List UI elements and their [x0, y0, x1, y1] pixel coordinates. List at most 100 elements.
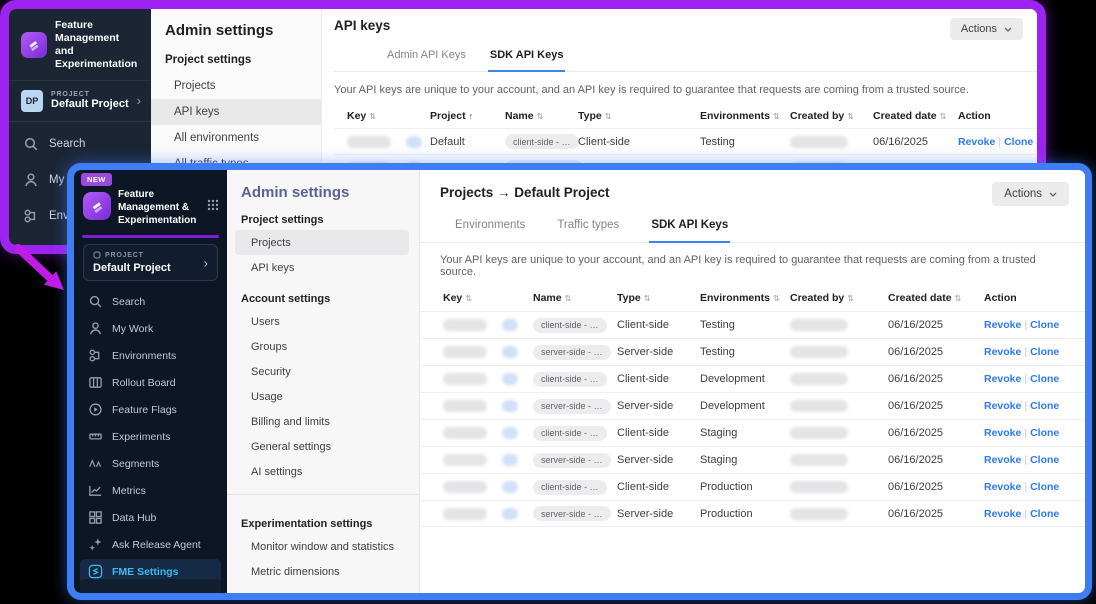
- settings-nav-title: Admin settings: [227, 170, 419, 201]
- brand-divider: [82, 235, 219, 238]
- clone-link[interactable]: Clone: [1030, 481, 1059, 493]
- cell-key-redacted: [347, 135, 430, 147]
- app-title: Feature Management & Experimentation: [118, 188, 196, 227]
- nav-item-general-settings[interactable]: General settings: [227, 434, 409, 459]
- revoke-link[interactable]: Revoke: [984, 346, 1021, 358]
- revoke-link[interactable]: Revoke: [984, 400, 1021, 412]
- sidebar-item-environments[interactable]: Environments: [80, 343, 221, 368]
- cell-name: client-side - …: [533, 480, 617, 495]
- column-header-created-date[interactable]: Created date⇅: [888, 292, 984, 304]
- clone-link[interactable]: Clone: [1030, 427, 1059, 439]
- column-header-key[interactable]: Key⇅: [347, 110, 430, 122]
- feature-flags-icon: [88, 402, 103, 417]
- cell-type: Server-side: [617, 508, 700, 520]
- nav-item-users[interactable]: Users: [227, 309, 409, 334]
- column-header-created-by[interactable]: Created by⇅: [790, 110, 873, 122]
- revoke-link[interactable]: Revoke: [958, 136, 995, 148]
- cell-name: server-side - …: [533, 399, 617, 414]
- tab-environments[interactable]: Environments: [453, 213, 527, 242]
- key-name-badge: client-side - …: [533, 318, 607, 333]
- nav-item-security[interactable]: Security: [227, 359, 409, 384]
- clone-link[interactable]: Clone: [1030, 454, 1059, 466]
- clone-link[interactable]: Clone: [1030, 508, 1059, 520]
- nav-item-api-keys[interactable]: API keys: [151, 99, 321, 125]
- nav-item-metric-dimensions[interactable]: Metric dimensions: [227, 559, 409, 584]
- sidebar-item-feature-flags[interactable]: Feature Flags: [80, 397, 221, 422]
- redacted-key-blob: [347, 136, 391, 148]
- column-header-name[interactable]: Name⇅: [533, 292, 617, 304]
- app-logo: Feature Management and Experimentation: [9, 9, 151, 80]
- tab-sdk-api-keys[interactable]: SDK API Keys: [649, 213, 730, 243]
- tab-bar: Environments Traffic types SDK API Keys: [420, 213, 1085, 243]
- cell-environments: Development: [700, 373, 790, 385]
- divider: [227, 494, 419, 495]
- sidebar-item-ask-release-agent[interactable]: Ask Release Agent: [80, 532, 221, 557]
- column-header-project[interactable]: Project↑: [430, 110, 505, 122]
- project-icon: [93, 251, 101, 259]
- column-header-type[interactable]: Type⇅: [617, 292, 700, 304]
- breadcrumb: Projects → Default Project: [440, 185, 1085, 200]
- sidebar-item-search[interactable]: Search: [80, 289, 221, 314]
- sidebar-item-data-hub[interactable]: Data Hub: [80, 505, 221, 530]
- column-header-environments[interactable]: Environments⇅: [700, 292, 790, 304]
- column-header-key[interactable]: Key⇅: [443, 292, 533, 304]
- sidebar-item-metrics[interactable]: Metrics: [80, 478, 221, 503]
- tab-admin-api-keys[interactable]: Admin API Keys: [385, 43, 468, 71]
- revoke-link[interactable]: Revoke: [984, 427, 1021, 439]
- tab-sdk-api-keys[interactable]: SDK API Keys: [488, 43, 566, 72]
- revoke-link[interactable]: Revoke: [984, 373, 1021, 385]
- redacted-key-blob: [443, 427, 487, 439]
- revoke-link[interactable]: Revoke: [984, 508, 1021, 520]
- cell-environments: Testing: [700, 136, 790, 148]
- actions-button[interactable]: Actions: [950, 18, 1023, 40]
- cell-actions: Revoke|Clone: [984, 454, 1085, 466]
- sidebar-item-rollout-board[interactable]: Rollout Board: [80, 370, 221, 395]
- cell-created-date: 06/16/2025: [873, 136, 958, 148]
- nav-item-ai-settings[interactable]: AI settings: [227, 459, 409, 484]
- table-row: client-side - … Client-side Staging 06/1…: [420, 419, 1085, 446]
- column-header-created-date[interactable]: Created date⇅: [873, 110, 958, 122]
- segments-icon: [88, 456, 103, 471]
- project-selector[interactable]: PROJECT Default Project ›: [83, 244, 218, 281]
- cell-type: Server-side: [617, 346, 700, 358]
- project-selector[interactable]: DP PROJECT Default Project ›: [9, 80, 151, 122]
- nav-item-projects[interactable]: Projects: [235, 230, 409, 255]
- clone-link[interactable]: Clone: [1030, 373, 1059, 385]
- app-launcher-icon[interactable]: [207, 198, 219, 216]
- tab-traffic-types[interactable]: Traffic types: [555, 213, 621, 242]
- split-logo-icon: [21, 32, 47, 58]
- nav-item-billing-and-limits[interactable]: Billing and limits: [227, 409, 409, 434]
- column-header-name[interactable]: Name⇅: [505, 110, 578, 122]
- nav-item-monitor-window-and-statistics[interactable]: Monitor window and statistics: [227, 534, 409, 559]
- cell-actions: Revoke|Clone: [984, 346, 1085, 358]
- actions-button[interactable]: Actions: [992, 182, 1069, 206]
- nav-item-api-keys[interactable]: API keys: [227, 255, 409, 280]
- sidebar-item-search[interactable]: Search: [9, 126, 151, 162]
- nav-item-groups[interactable]: Groups: [227, 334, 409, 359]
- revoke-link[interactable]: Revoke: [984, 481, 1021, 493]
- sidebar-item-experiments[interactable]: Experiments: [80, 424, 221, 449]
- clone-link[interactable]: Clone: [1030, 400, 1059, 412]
- cell-project: Default: [430, 136, 505, 148]
- table-row: client-side - … Client-side Testing 06/1…: [420, 311, 1085, 338]
- column-header-type[interactable]: Type⇅: [578, 110, 700, 122]
- redacted-key-blob: [443, 319, 487, 331]
- cell-name: server-side - …: [533, 506, 617, 521]
- revoke-link[interactable]: Revoke: [984, 319, 1021, 331]
- revoke-link[interactable]: Revoke: [984, 454, 1021, 466]
- chevron-down-icon: [1049, 192, 1057, 197]
- nav-item-all-environments[interactable]: All environments: [151, 125, 321, 151]
- table-header-row: Key⇅ Name⇅ Type⇅ Environments⇅ Created b…: [420, 285, 1085, 311]
- clone-link[interactable]: Clone: [1030, 346, 1059, 358]
- clone-link[interactable]: Clone: [1004, 136, 1033, 148]
- cell-created-by-redacted: [790, 373, 888, 385]
- description-text: Your API keys are unique to your account…: [440, 254, 1085, 278]
- nav-item-projects[interactable]: Projects: [151, 73, 321, 99]
- column-header-created-by[interactable]: Created by⇅: [790, 292, 888, 304]
- sidebar-item-my-work[interactable]: My Work: [80, 316, 221, 341]
- clone-link[interactable]: Clone: [1030, 319, 1059, 331]
- nav-item-usage[interactable]: Usage: [227, 384, 409, 409]
- actions-button-label: Actions: [961, 23, 997, 35]
- sidebar-item-segments[interactable]: Segments: [80, 451, 221, 476]
- column-header-environments[interactable]: Environments⇅: [700, 110, 790, 122]
